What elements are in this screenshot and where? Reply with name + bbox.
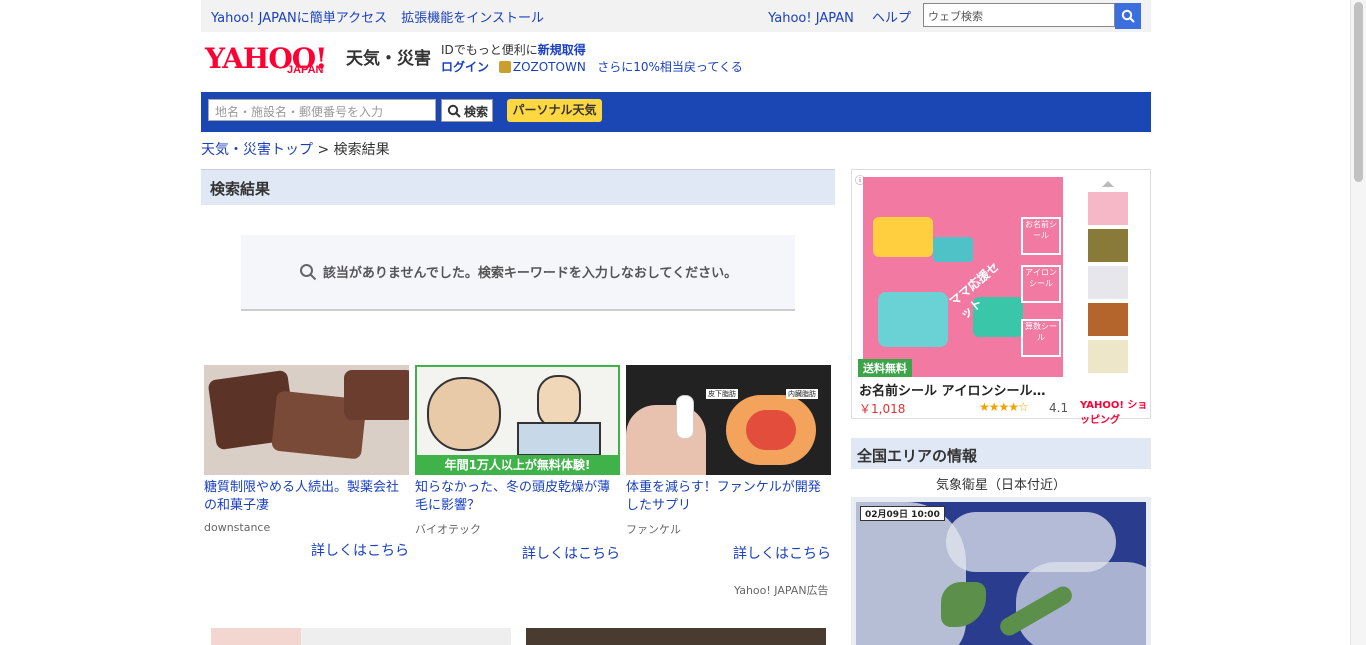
ad-more-link[interactable]: 詳しくはこちら [204,540,409,560]
register-link[interactable]: 新規取得 [538,43,586,57]
bottom-ad-right[interactable] [526,628,826,645]
product-image-text: 算数シール [1021,319,1061,357]
web-search-input[interactable]: ウェブ検索 [923,3,1115,27]
thumbnail[interactable] [1088,192,1128,225]
ad-image-label: 皮下脂肪 [706,389,738,399]
product-image[interactable]: ママ応援セット お名前シール アイロンシール 算数シール [863,177,1063,377]
thumbnail[interactable] [1088,303,1128,336]
bottom-ad-left[interactable] [211,628,511,645]
search-band: 地名・施設名・郵便番号を入力 検索 パーソナル天気 [201,92,1151,132]
ad-more-link[interactable]: 詳しくはこちら [415,543,620,563]
no-results-message: 該当がありませんでした。検索キーワードを入力しなおしてください。 [241,235,795,311]
logo-sub: JAPAN [287,64,324,76]
chevron-up-icon[interactable] [1102,181,1114,187]
search-icon [299,264,317,281]
location-search-button[interactable]: 検索 [441,99,493,122]
login-link[interactable]: ログイン [441,60,489,74]
breadcrumb-current: 検索結果 [333,142,390,158]
ad-image-illustration[interactable]: 年間1万人以上が無料体験! [415,365,620,475]
yahoo-japan-link[interactable]: Yahoo! JAPAN [768,11,854,26]
no-results-text: 該当がありませんでした。検索キーワードを入力しなおしてください。 [322,266,738,281]
rating-value: 4.1 [1049,401,1069,415]
product-image-text: お名前シール [1021,217,1061,255]
top-links-right: Yahoo! JAPAN ヘルプ [754,7,911,26]
rating-stars: ★★★★☆ [979,400,1029,414]
product-image-text: アイロンシール [1021,265,1061,303]
quick-access-link[interactable]: Yahoo! JAPANに簡単アクセス [211,11,387,26]
ad-image-supplement[interactable]: 皮下脂肪 内臓脂肪 [626,365,831,475]
ad-source: ファンケル [626,523,681,536]
ad-title[interactable]: 体重を減らす！ファンケルが開発したサプリ [626,479,831,517]
promo-text: IDでもっと便利に [441,43,538,57]
page-scrollbar[interactable] [1350,0,1366,645]
results-heading: 検索結果 [201,169,835,205]
scrollbar-thumb[interactable] [1354,2,1363,182]
shopping-logo[interactable]: YAHOO! ショッピング [1080,396,1150,426]
ad-source: バイオテック [415,523,481,536]
satellite-image[interactable]: 02月09日 10:00 [851,497,1151,645]
ad-image-label: 内臓脂肪 [786,389,818,399]
free-shipping-badge: 送料無料 [858,359,912,377]
web-search-button[interactable] [1115,3,1141,29]
ad-title[interactable]: 糖質制限やめる人続出。製薬会社の和菓子凄 [204,479,409,517]
zozo-promo-link[interactable]: さらに10%相当戻ってくる [597,60,742,74]
breadcrumb: 天気・災害トップ > 検索結果 [201,139,390,159]
top-links-left: Yahoo! JAPANに簡単アクセス 拡張機能をインストール [211,7,554,26]
ad-image-sweets[interactable] [204,365,409,475]
area-info-heading: 全国エリアの情報 [851,438,1151,469]
ad-card[interactable]: 皮下脂肪 内臓脂肪 体重を減らす！ファンケルが開発したサプリ ファンケル 詳しく… [626,365,831,563]
top-utility-bar: Yahoo! JAPANに簡単アクセス 拡張機能をインストール Yahoo! J… [201,0,1151,32]
satellite-timestamp: 02月09日 10:00 [860,506,945,521]
zozo-link[interactable]: ZOZOTOWN [513,60,586,74]
ad-card[interactable]: 糖質制限やめる人続出。製薬会社の和菓子凄 downstance 詳しくはこちら [204,365,409,560]
help-link[interactable]: ヘルプ [872,11,911,26]
ad-credit[interactable]: Yahoo! JAPAN広告 [734,582,829,598]
install-extension-link[interactable]: 拡張機能をインストール [401,11,544,26]
ad-source: downstance [204,521,271,534]
promo-block: IDでもっと便利に新規取得 ログイン ZOZOTOWN さらに10%相当戻ってく… [441,42,743,76]
thumbnail[interactable] [1088,340,1128,373]
ad-title[interactable]: 知らなかった、冬の頭皮乾燥が薄毛に影響？ [415,479,620,517]
product-thumbnails [1088,181,1130,376]
shopping-ad[interactable]: ⓘ ママ応援セット お名前シール アイロンシール 算数シール 送料無料 お名前シ… [851,169,1151,426]
ad-image-caption: 年間1万人以上が無料体験! [417,455,618,473]
breadcrumb-home[interactable]: 天気・災害トップ [201,142,313,158]
ad-card[interactable]: 年間1万人以上が無料体験! 知らなかった、冬の頭皮乾燥が薄毛に影響？ バイオテッ… [415,365,620,563]
satellite-map[interactable]: 02月09日 10:00 [856,502,1146,645]
breadcrumb-separator: > [317,142,330,158]
product-name[interactable]: お名前シール アイロンシール… [859,380,1046,399]
thumbnail[interactable] [1088,266,1128,299]
search-button-label: 検索 [464,105,489,119]
yahoo-logo[interactable]: YAHOO! JAPAN [205,42,345,78]
ad-more-link[interactable]: 詳しくはこちら [626,543,831,563]
location-search-input[interactable]: 地名・施設名・郵便番号を入力 [208,99,436,121]
section-title[interactable]: 天気・災害 [346,44,431,69]
satellite-title[interactable]: 気象衛星（日本付近） [851,474,1151,493]
personal-weather-button[interactable]: パーソナル天気 [507,99,602,122]
search-icon [447,104,461,118]
zozo-icon [498,61,511,73]
thumbnail[interactable] [1088,229,1128,262]
search-icon [1121,9,1135,23]
product-price: ￥1,018 [859,402,906,416]
